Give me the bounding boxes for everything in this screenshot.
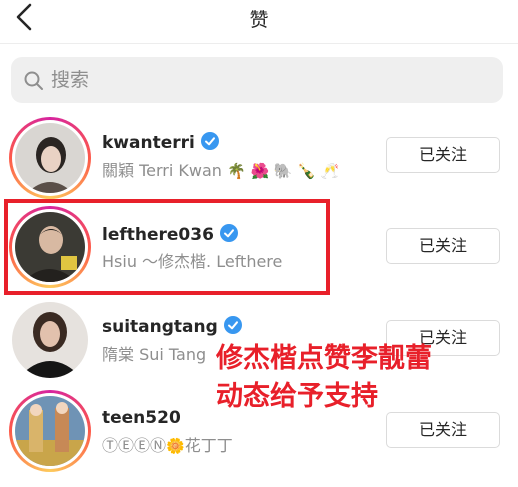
full-name: ⓉⒺⒺⓃ🌼花丁丁 — [102, 436, 233, 455]
following-button[interactable]: 已关注 — [386, 412, 500, 448]
verified-badge-icon — [223, 316, 242, 334]
flower-emoji: 🌼 — [166, 437, 185, 455]
following-button[interactable]: 已关注 — [386, 137, 500, 173]
annotation-line-2: 动态给予支持 — [216, 381, 378, 412]
avatar-image — [12, 302, 88, 378]
highlight-box — [4, 199, 330, 295]
list-item[interactable]: kwanterri 關穎 Terri Kwan 🌴 🌺 🐘 🍾 🥂 已关注 — [0, 112, 518, 204]
page-title: 赞 — [249, 9, 269, 31]
annotation-line-1: 修杰楷点赞李靓蕾 — [216, 343, 432, 374]
username[interactable]: suitangtang — [102, 316, 242, 337]
search-input[interactable] — [51, 57, 481, 103]
full-name: 隋棠 Sui Tang — [102, 345, 207, 364]
avatar[interactable] — [9, 390, 91, 472]
avatar-image — [15, 123, 85, 193]
search-bar[interactable] — [11, 57, 503, 103]
search-icon — [24, 71, 43, 90]
username[interactable]: teen520 — [102, 408, 181, 428]
verified-badge-icon — [200, 132, 219, 150]
following-button[interactable]: 已关注 — [386, 228, 500, 264]
emoji-group: 🌴 🌺 🐘 🍾 🥂 — [227, 162, 340, 180]
avatar[interactable] — [12, 302, 88, 378]
top-bar: 赞 — [0, 0, 518, 44]
annotation-text: 修杰楷点赞李靓蕾 动态给予支持 — [216, 340, 432, 416]
avatar[interactable] — [9, 117, 91, 199]
username[interactable]: kwanterri — [102, 132, 219, 153]
full-name: 關穎 Terri Kwan 🌴 🌺 🐘 🍾 🥂 — [102, 161, 340, 180]
avatar-image — [15, 396, 85, 466]
